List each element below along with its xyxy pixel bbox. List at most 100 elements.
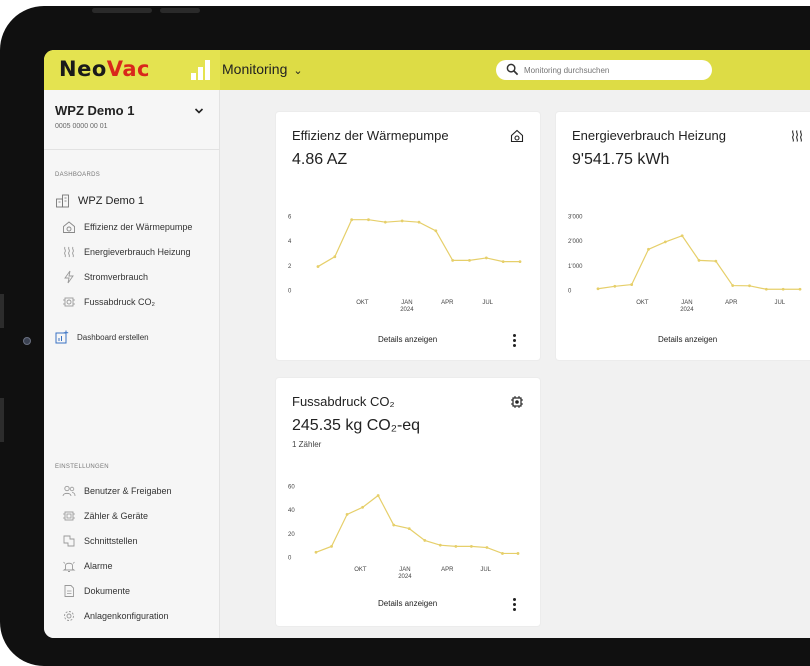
sidebar-item-effizienz[interactable]: Effizienz der Wärmepumpe — [62, 216, 192, 238]
sidebar-item-label: Benutzer & Freigaben — [84, 486, 172, 496]
create-dashboard-label: Dashboard erstellen — [77, 332, 149, 342]
data-point — [663, 240, 667, 244]
sidebar-item-schnittstellen[interactable]: Schnittstellen — [62, 530, 138, 552]
sidebar-item-label: Effizienz der Wärmepumpe — [84, 222, 193, 232]
x-tick-label: APR — [441, 567, 454, 573]
y-tick-label: 2'000 — [568, 239, 583, 245]
data-point — [748, 284, 751, 288]
sidebar-item-alarme[interactable]: Alarme — [62, 555, 113, 577]
data-point — [469, 544, 473, 548]
data-point — [596, 287, 600, 291]
data-point — [613, 284, 617, 288]
x-tick-label: 2024 — [398, 574, 412, 580]
sidebar-item-label: Energieverbrauch Heizung — [84, 247, 191, 257]
data-point — [407, 527, 411, 530]
data-point — [451, 259, 455, 262]
line-chart: 0 2 4 6 OKT JAN2024 APR JUL — [288, 215, 522, 313]
search-bar[interactable] — [496, 60, 712, 80]
module-dropdown[interactable]: Monitoring ⌄ — [222, 61, 303, 77]
data-point — [417, 220, 421, 224]
co2-icon — [63, 297, 75, 307]
y-tick-label: 6 — [288, 215, 292, 221]
sidebar: WPZ Demo 1 0005 0000 00 01 DASHBOARDS WP… — [44, 90, 220, 638]
data-point — [316, 265, 320, 268]
chevron-down-icon: ⌄ — [293, 65, 303, 77]
sidebar-item-anlagenkonfiguration[interactable]: Anlagenkonfiguration — [62, 605, 169, 627]
data-point — [423, 539, 427, 542]
y-tick-label: 4 — [288, 239, 292, 245]
x-tick-label: JUL — [774, 300, 785, 306]
sidebar-item-fussabdruck[interactable]: Fussabdruck CO₂ — [62, 291, 155, 313]
sidebar-item-wpz-demo[interactable]: WPZ Demo 1 — [55, 190, 144, 212]
data-point — [383, 220, 387, 224]
dashboard-card-effizienz[interactable]: Effizienz der Wärmepumpe 4.86 AZ 0 2 4 6 OKT… — [276, 112, 540, 360]
add-dashboard-icon — [55, 330, 69, 344]
x-tick-label: OKT — [356, 300, 369, 306]
document-icon — [64, 585, 74, 597]
bar-chart-icon — [191, 60, 211, 80]
heatpump-icon — [510, 129, 524, 143]
x-tick-label: OKT — [354, 567, 367, 573]
x-tick-label: JUL — [480, 567, 491, 573]
dashboard-card-fussabdruck[interactable]: Fussabdruck CO₂ 245.35 kg CO₂-eq 1 Zähle… — [276, 378, 540, 626]
details-button[interactable]: Details anzeigen — [378, 335, 437, 344]
create-dashboard-button[interactable]: Dashboard erstellen — [55, 326, 149, 348]
details-button[interactable]: Details anzeigen — [658, 335, 717, 344]
tablet-side-button — [0, 398, 4, 442]
y-tick-label: 2 — [288, 264, 292, 270]
x-tick-label: JUL — [482, 300, 493, 306]
camera-icon — [23, 337, 31, 345]
data-point — [400, 219, 404, 223]
sidebar-item-stromverbrauch[interactable]: Stromverbrauch — [62, 266, 148, 288]
data-point — [345, 513, 349, 516]
data-point — [454, 544, 458, 548]
sidebar-item-dokumente[interactable]: Dokumente — [62, 580, 130, 602]
x-tick-label: JAN — [401, 300, 412, 306]
data-point — [501, 552, 504, 555]
x-tick-label: APR — [441, 300, 454, 306]
more-options-icon[interactable] — [511, 598, 517, 612]
brand-name-part2: Vac — [106, 57, 150, 81]
y-tick-label: 0 — [568, 289, 572, 295]
details-button[interactable]: Details anzeigen — [378, 599, 437, 608]
sidebar-item-energieverbrauch[interactable]: Energieverbrauch Heizung — [62, 241, 191, 263]
data-point — [518, 260, 522, 264]
data-point — [361, 505, 365, 509]
y-tick-label: 3'000 — [568, 215, 583, 221]
sidebar-item-label: Anlagenkonfiguration — [84, 611, 169, 621]
series-line — [315, 494, 518, 555]
sidebar-item-zaehler[interactable]: Zähler & Geräte — [62, 505, 148, 527]
module-label: Monitoring — [222, 61, 288, 77]
brand-name-part1: Neo — [59, 57, 107, 81]
data-point — [333, 255, 337, 259]
data-point — [485, 546, 489, 549]
sidebar-item-label: Schnittstellen — [84, 536, 138, 546]
sidebar-item-label: Dokumente — [84, 586, 131, 596]
interface-icon — [63, 535, 75, 547]
lightning-icon — [64, 270, 74, 284]
brand-logo[interactable]: NeoVac — [59, 57, 150, 81]
line-chart: 0 1'000 2'000 3'000 OKT JAN2024 APR JUL — [568, 215, 802, 313]
card-value: 4.86 AZ — [292, 151, 348, 168]
alarm-icon — [62, 561, 76, 572]
account-selector[interactable]: WPZ Demo 1 0005 0000 00 01 — [44, 90, 220, 150]
tablet-button — [160, 8, 200, 13]
meter-count: 1 Zähler — [292, 440, 322, 449]
sidebar-item-benutzer[interactable]: Benutzer & Freigaben — [62, 480, 172, 502]
line-chart: 0 20 40 60 OKT JAN2024 APR JUL — [288, 485, 520, 580]
building-icon — [56, 194, 69, 208]
y-tick-label: 40 — [288, 508, 295, 514]
more-options-icon[interactable] — [511, 334, 517, 348]
search-input[interactable] — [524, 62, 704, 78]
dashboard-card-energieverbrauch[interactable]: Energieverbrauch Heizung 9'541.75 kWh 0 1… — [556, 112, 810, 360]
data-point — [731, 284, 735, 287]
data-point — [468, 259, 471, 262]
sidebar-item-label: Alarme — [84, 561, 113, 571]
card-value: 9'541.75 kWh — [572, 151, 670, 168]
card-value: 245.35 kg CO₂-eq — [292, 417, 421, 434]
data-point — [330, 544, 333, 548]
sidebar-item-label: WPZ Demo 1 — [78, 195, 145, 207]
data-point — [516, 552, 520, 555]
card-title: Energieverbrauch Heizung — [572, 128, 726, 143]
data-point — [501, 260, 505, 264]
